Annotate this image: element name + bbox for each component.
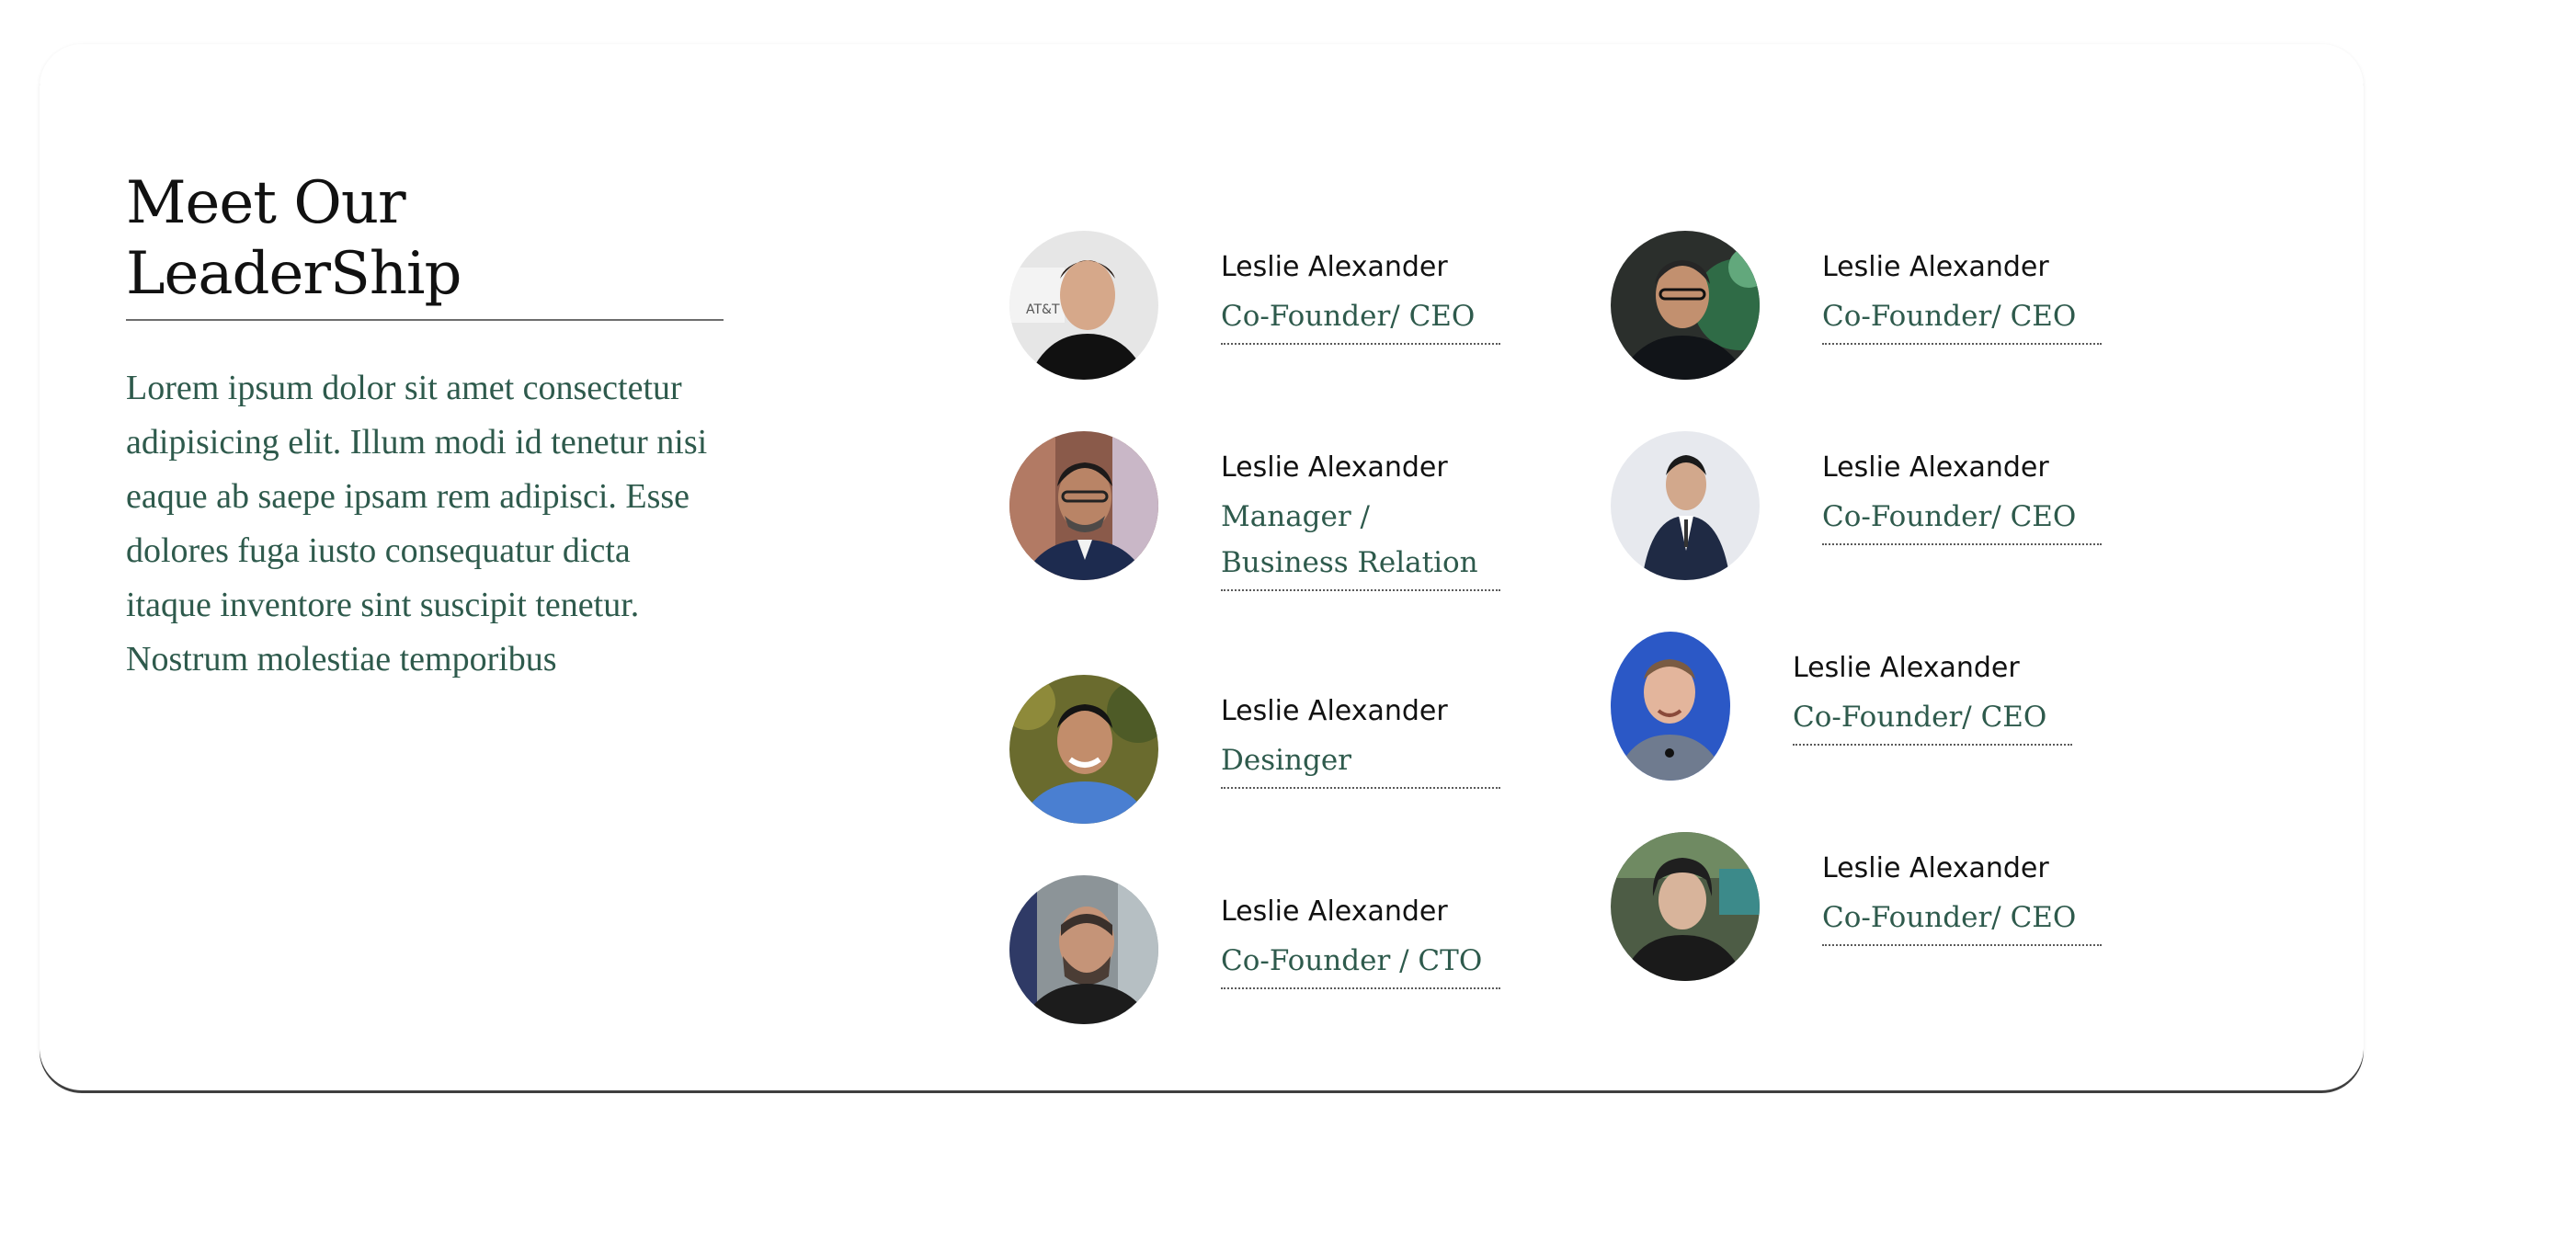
member-role: Co-Founder/ CEO [1822, 293, 2102, 345]
member-name: Leslie Alexander [1221, 451, 1448, 484]
svg-text:AT&T: AT&T [1026, 302, 1060, 317]
avatar [1009, 431, 1158, 580]
member-role: Manager / Business Relation [1221, 494, 1500, 591]
member-role: Co-Founder/ CEO [1822, 895, 2102, 946]
avatar [1611, 231, 1760, 380]
member-name: Leslie Alexander [1221, 695, 1448, 727]
avatar [1009, 675, 1158, 824]
avatar [1611, 832, 1760, 981]
member-name: Leslie Alexander [1822, 451, 2049, 484]
avatar [1009, 875, 1158, 1024]
section-title: Meet Our LeaderShip [126, 168, 724, 321]
member-role: Co-Founder/ CEO [1822, 494, 2102, 545]
member-name: Leslie Alexander [1822, 852, 2049, 884]
leadership-card: Meet Our LeaderShip Lorem ipsum dolor si… [40, 44, 2364, 1090]
member-role: Co-Founder / CTO [1221, 938, 1500, 989]
intro-panel: Meet Our LeaderShip Lorem ipsum dolor si… [126, 168, 724, 687]
member-name: Leslie Alexander [1221, 895, 1448, 928]
member-name: Leslie Alexander [1793, 652, 2020, 684]
member-role: Co-Founder/ CEO [1793, 694, 2072, 746]
member-name: Leslie Alexander [1822, 251, 2049, 283]
member-role: Co-Founder/ CEO [1221, 293, 1500, 345]
avatar [1611, 632, 1730, 781]
avatar [1611, 431, 1760, 580]
avatar: AT&T [1009, 231, 1158, 380]
member-role: Desinger [1221, 737, 1500, 789]
member-name: Leslie Alexander [1221, 251, 1448, 283]
section-description: Lorem ipsum dolor sit amet consectetur a… [126, 368, 708, 679]
